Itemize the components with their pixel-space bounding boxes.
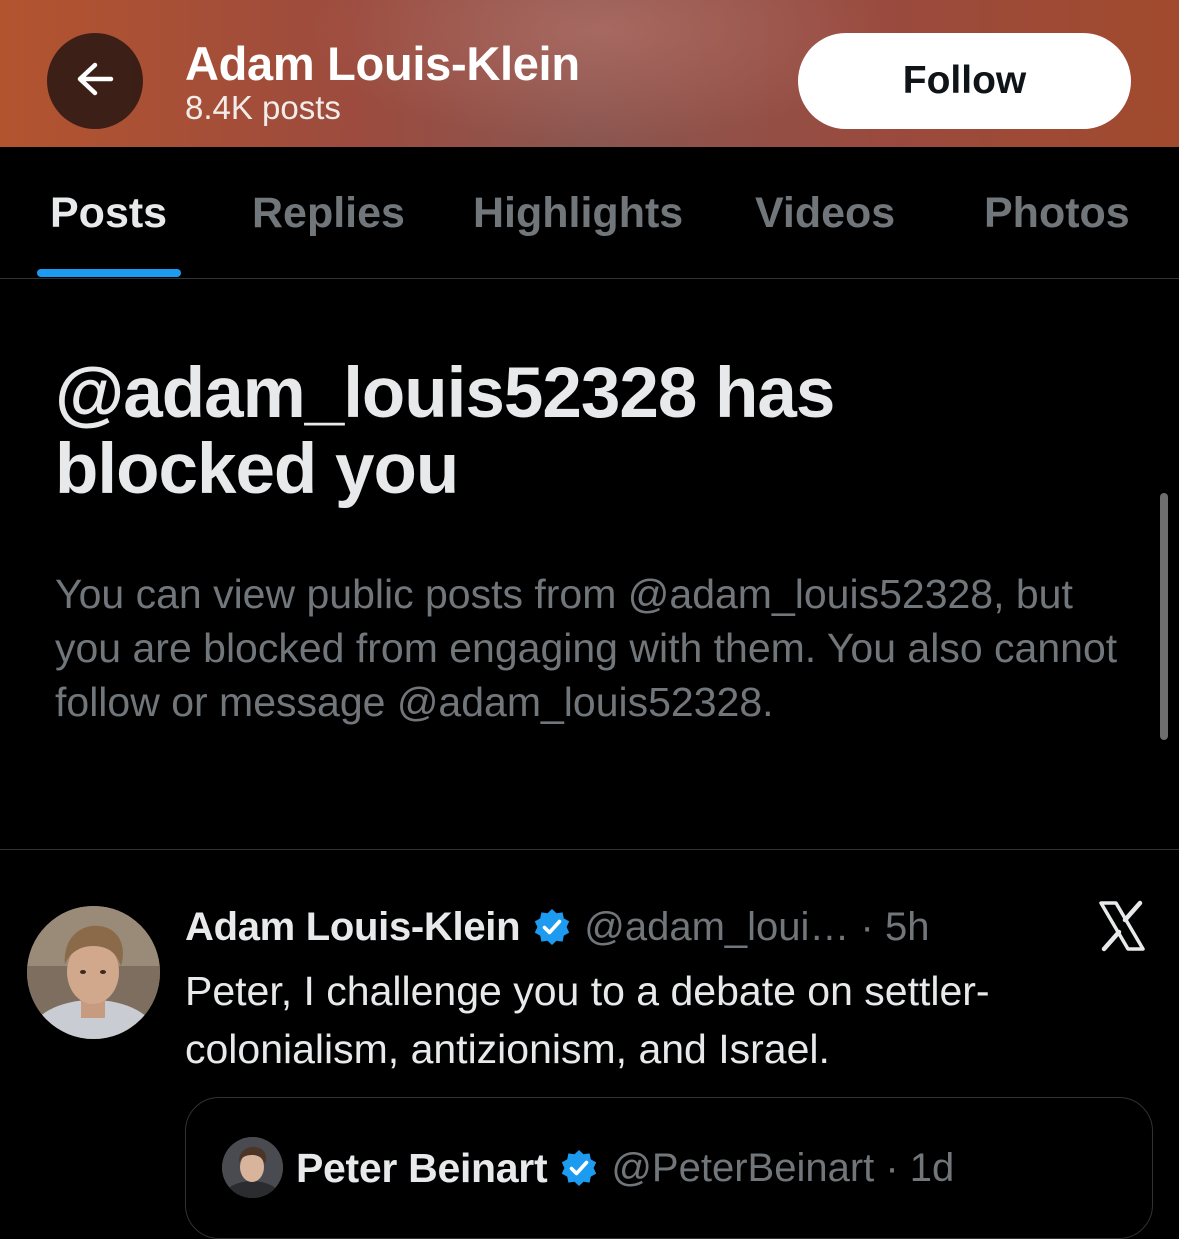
post-count: 8.4K posts xyxy=(185,89,341,126)
avatar[interactable] xyxy=(27,906,160,1039)
follow-button[interactable]: Follow xyxy=(798,33,1131,129)
quote-header: Peter Beinart @PeterBeinart · 1d xyxy=(296,1141,954,1195)
blocked-heading: @adam_louis52328 has blocked you xyxy=(55,354,835,509)
quote-handle-time: @PeterBeinart · 1d xyxy=(611,1145,955,1190)
profile-name: Adam Louis-Klein xyxy=(185,37,580,90)
verified-badge-icon xyxy=(559,1148,599,1188)
scrollbar[interactable] xyxy=(1160,493,1168,740)
tab-videos[interactable]: Videos xyxy=(755,189,895,238)
quote-avatar[interactable] xyxy=(222,1137,283,1198)
tab-posts[interactable]: Posts xyxy=(50,189,167,238)
x-logo-icon xyxy=(1095,899,1149,953)
post-author-name[interactable]: Adam Louis-Klein xyxy=(185,905,521,950)
active-tab-indicator xyxy=(37,269,181,277)
profile-header: Adam Louis-Klein 8.4K posts Follow xyxy=(0,0,1179,147)
tab-photos[interactable]: Photos xyxy=(984,189,1130,238)
quote-author-name[interactable]: Peter Beinart xyxy=(296,1145,548,1192)
post-header: Adam Louis-Klein @adam_loui… · 5h xyxy=(185,900,929,954)
arrow-left-icon xyxy=(75,61,115,102)
divider xyxy=(0,849,1179,850)
back-button[interactable] xyxy=(47,33,143,129)
tab-replies[interactable]: Replies xyxy=(252,189,405,238)
blocked-description: You can view public posts from @adam_lou… xyxy=(55,571,1118,725)
tab-highlights[interactable]: Highlights xyxy=(473,189,683,238)
profile-tabs: Posts Replies Highlights Videos Photos xyxy=(0,147,1179,279)
post-handle-time: @adam_loui… · 5h xyxy=(584,904,930,949)
verified-badge-icon xyxy=(532,907,572,947)
post-text: Peter, I challenge you to a debate on se… xyxy=(185,968,990,1072)
